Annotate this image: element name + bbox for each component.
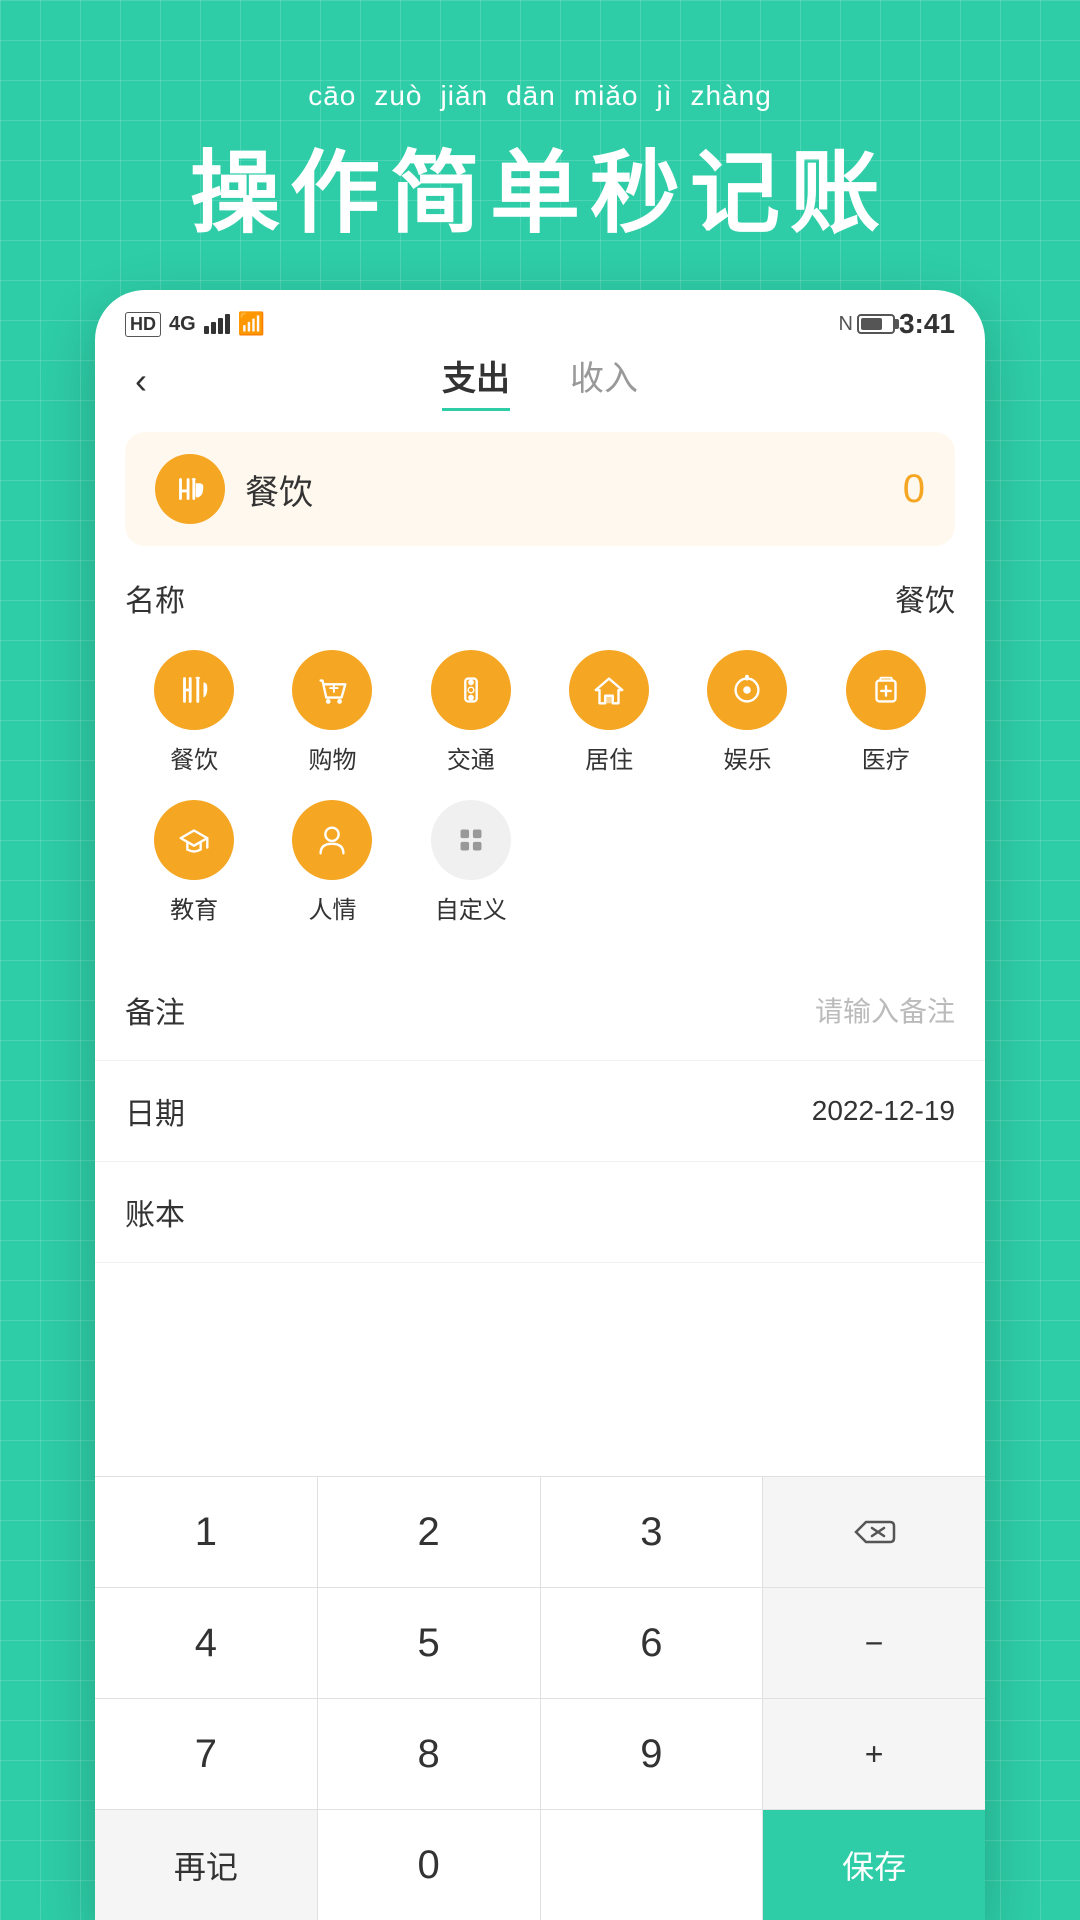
key-6[interactable]: 6 xyxy=(541,1588,764,1698)
pinyin-1: cāo xyxy=(308,80,356,112)
category-item-food[interactable]: 餐饮 xyxy=(125,640,263,790)
amount-value: 0 xyxy=(903,467,925,512)
key-9[interactable]: 9 xyxy=(541,1699,764,1809)
status-bar: HD 4G 📶 N 3:41 xyxy=(95,290,985,350)
category-name-custom: 自定义 xyxy=(435,890,507,925)
tab-income[interactable]: 收入 xyxy=(570,351,638,411)
key-minus[interactable]: − xyxy=(763,1588,985,1698)
pinyin-row: cāo zuò jiǎn dān miǎo jì zhàng xyxy=(0,80,1080,112)
category-name-shopping: 购物 xyxy=(308,740,356,775)
category-name-transport: 交通 xyxy=(447,740,495,775)
remarks-row[interactable]: 备注 请输入备注 xyxy=(95,960,985,1061)
remarks-label: 备注 xyxy=(125,988,185,1032)
category-grid: 餐饮 购物 xyxy=(125,640,955,940)
amount-label: 餐饮 xyxy=(245,465,883,514)
nfc-icon: N xyxy=(839,313,853,336)
key-rerecord[interactable]: 再记 xyxy=(95,1810,318,1920)
key-delete[interactable] xyxy=(763,1477,985,1587)
pinyin-6: jì xyxy=(657,80,673,112)
key-empty xyxy=(541,1810,764,1920)
page-title: 操作简单秒记账 xyxy=(0,120,1080,250)
pinyin-2: zuò xyxy=(374,80,422,112)
category-name-food: 餐饮 xyxy=(170,740,218,775)
back-button[interactable]: ‹ xyxy=(135,360,147,402)
category-label: 名称 xyxy=(125,576,185,620)
category-icon-shopping xyxy=(292,650,372,730)
remarks-placeholder: 请输入备注 xyxy=(815,990,955,1030)
account-label: 账本 xyxy=(125,1190,185,1234)
keyboard-row-1: 1 2 3 xyxy=(95,1477,985,1588)
nav-tabs: ‹ 支出 收入 xyxy=(95,350,985,422)
key-2[interactable]: 2 xyxy=(318,1477,541,1587)
category-header: 名称 餐饮 xyxy=(125,576,955,620)
keyboard-row-4: 再记 0 保存 xyxy=(95,1810,985,1920)
phone-mockup: HD 4G 📶 N 3:41 ‹ 支出 收入 xyxy=(95,290,985,1920)
key-5[interactable]: 5 xyxy=(318,1588,541,1698)
keyboard-row-3: 7 8 9 + xyxy=(95,1699,985,1810)
keyboard: 1 2 3 4 5 6 − 7 8 9 + 再记 0 xyxy=(95,1476,985,1920)
category-item-entertainment[interactable]: 娱乐 xyxy=(678,640,816,790)
pinyin-4: dān xyxy=(506,80,556,112)
category-icon-housing xyxy=(569,650,649,730)
category-icon-medical xyxy=(846,650,926,730)
key-4[interactable]: 4 xyxy=(95,1588,318,1698)
pinyin-5: miǎo xyxy=(574,80,639,112)
date-row[interactable]: 日期 2022-12-19 xyxy=(95,1061,985,1162)
category-section: 名称 餐饮 餐饮 xyxy=(95,566,985,960)
key-7[interactable]: 7 xyxy=(95,1699,318,1809)
amount-display: 餐饮 0 xyxy=(125,432,955,546)
battery-icon xyxy=(857,314,895,334)
category-item-education[interactable]: 教育 xyxy=(125,790,263,940)
category-icon-social xyxy=(292,800,372,880)
key-1[interactable]: 1 xyxy=(95,1477,318,1587)
category-name-medical: 医疗 xyxy=(862,740,910,775)
header-area: cāo zuò jiǎn dān miǎo jì zhàng 操作简单秒记账 xyxy=(0,80,1080,250)
tab-expense[interactable]: 支出 xyxy=(442,351,510,411)
hd-badge: HD xyxy=(125,312,161,337)
category-item-transport[interactable]: 交通 xyxy=(402,640,540,790)
category-selected: 餐饮 xyxy=(895,576,955,620)
category-name-entertainment: 娱乐 xyxy=(723,740,771,775)
status-left: HD 4G 📶 xyxy=(125,311,265,337)
category-item-social[interactable]: 人情 xyxy=(263,790,401,940)
wifi-icon: 📶 xyxy=(238,311,265,337)
network-badge: 4G xyxy=(169,313,196,336)
key-3[interactable]: 3 xyxy=(541,1477,764,1587)
category-icon-custom xyxy=(431,800,511,880)
category-item-medical[interactable]: 医疗 xyxy=(817,640,955,790)
pinyin-3: jiǎn xyxy=(441,80,489,112)
pinyin-7: zhàng xyxy=(691,80,772,112)
battery-container: N 3:41 xyxy=(839,308,956,340)
category-item-custom[interactable]: 自定义 xyxy=(402,790,540,940)
category-icon-education xyxy=(154,800,234,880)
category-name-social: 人情 xyxy=(308,890,356,925)
date-value: 2022-12-19 xyxy=(812,1095,955,1127)
category-item-housing[interactable]: 居住 xyxy=(540,640,678,790)
category-name-housing: 居住 xyxy=(585,740,633,775)
keyboard-row-2: 4 5 6 − xyxy=(95,1588,985,1699)
signal-bars xyxy=(204,314,230,334)
key-0[interactable]: 0 xyxy=(318,1810,541,1920)
amount-icon xyxy=(155,454,225,524)
key-plus[interactable]: + xyxy=(763,1699,985,1809)
time-display: 3:41 xyxy=(899,308,955,340)
key-8[interactable]: 8 xyxy=(318,1699,541,1809)
category-icon-food xyxy=(154,650,234,730)
category-name-education: 教育 xyxy=(170,890,218,925)
category-icon-transport xyxy=(431,650,511,730)
account-row[interactable]: 账本 xyxy=(95,1162,985,1263)
category-icon-entertainment xyxy=(707,650,787,730)
tabs-center: 支出 收入 xyxy=(442,351,638,411)
category-item-shopping[interactable]: 购物 xyxy=(263,640,401,790)
key-save[interactable]: 保存 xyxy=(763,1810,985,1920)
date-label: 日期 xyxy=(125,1089,185,1133)
